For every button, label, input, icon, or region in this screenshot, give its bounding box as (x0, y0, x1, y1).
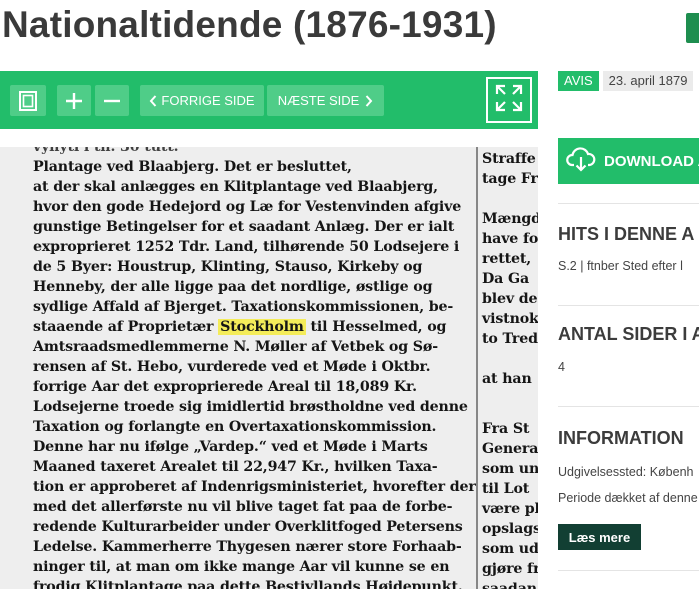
column-line: til Lot (482, 481, 530, 497)
page-view-button[interactable] (10, 85, 46, 116)
read-more-button[interactable]: Læs mere (558, 524, 641, 550)
article-line: rensen af St. Hebo, vurderede ved et Mød… (33, 359, 431, 375)
type-badge[interactable]: AVIS (558, 71, 599, 91)
article-line: vyhyti i tn. 30 tutt. (33, 147, 179, 155)
header-action-button[interactable] (686, 13, 699, 43)
newspaper-scan: vyhyti i tn. 30 tutt. Plantage ved Blaab… (0, 147, 538, 589)
article-line: forrige Aar det exproprierede Areal til … (33, 379, 417, 395)
column-line: Generat (482, 441, 538, 457)
article-line-start: staaende af Proprietær (33, 319, 219, 335)
column-line: to Tred (482, 331, 538, 347)
column-line: Da Ga (482, 271, 529, 287)
previous-page-button[interactable]: FORRIGE SIDE (140, 85, 264, 116)
next-page-button[interactable]: NÆSTE SIDE (267, 85, 384, 116)
viewer-toolbar: FORRIGE SIDE NÆSTE SIDE (0, 71, 538, 129)
article-line: Ledelse. Kammerherre Thygesen nærer stor… (33, 539, 462, 555)
zoom-in-button[interactable] (57, 85, 91, 116)
period-covered: Periode dækket af denne (558, 491, 698, 505)
column-line: som un (482, 461, 538, 477)
pages-heading: ANTAL SIDER I A (558, 324, 699, 344)
article-line: de 5 Byer: Houstrup, Klinting, Stauso, K… (33, 259, 423, 275)
column-line: vistnok (482, 311, 538, 327)
chevron-left-icon (149, 94, 157, 107)
column-line: have fo (482, 231, 538, 247)
article-line: redende Kulturarbeider under Overklitfog… (33, 519, 463, 535)
page-icon (19, 90, 37, 111)
article-line: exproprieret 1252 Tdr. Land, tilhørende … (33, 239, 460, 255)
article-line: gunstige Betingelser for et saadant Anlæ… (33, 219, 455, 235)
column-line: opslags (482, 521, 538, 537)
column-line: gjøre fr (482, 561, 538, 577)
column-line: saadan (482, 581, 537, 589)
meta-badges: AVIS 23. april 1879 (558, 71, 694, 91)
expand-icon (495, 84, 523, 117)
adjacent-column: Straffe tage Fr Mængd have fo rettet, Da… (482, 147, 538, 589)
column-line: rettet, (482, 251, 532, 267)
article-line: Plantage ved Blaabjerg. Det er besluttet… (33, 159, 352, 175)
column-line: Mængd (482, 211, 538, 227)
column-line: at han (482, 371, 532, 387)
zoom-out-button[interactable] (95, 85, 129, 116)
next-page-label: NÆSTE SIDE (277, 93, 360, 108)
article-line: ninger til, at man om ikke mange Aar vil… (33, 559, 450, 575)
download-button[interactable]: DOWNLOAD A (558, 138, 699, 184)
article-line: tion er approberet af Indenrigsministeri… (33, 479, 476, 495)
column-line: blev de (482, 291, 538, 307)
information-heading: INFORMATION (558, 428, 684, 448)
column-divider (476, 147, 478, 589)
article-line: at der skal anlægges en Klitplantage ved… (33, 179, 438, 195)
previous-page-label: FORRIGE SIDE (161, 93, 255, 108)
article-line: Henneby, der alle ligge paa det nordlige… (33, 279, 454, 315)
article-line: Maaned taxeret Arealet til 22,947 Kr., h… (33, 459, 438, 475)
article-line: Denne har nu ifølge „Vardep.“ ved et Mød… (33, 439, 428, 455)
minus-icon (103, 92, 121, 110)
publication-place: Udgivelsessted: Københ (558, 465, 694, 479)
divider (558, 406, 699, 407)
search-hit-highlight[interactable]: Stockholm (218, 319, 306, 335)
page-count: 4 (558, 360, 565, 374)
hit-snippet-link[interactable]: S.2 | ftnber Sted efter l (558, 259, 683, 273)
download-label: DOWNLOAD A (604, 152, 699, 170)
divider (558, 203, 699, 204)
column-line: Straffe (482, 151, 536, 167)
divider (558, 570, 699, 571)
column-line: være pl (482, 501, 538, 517)
page-viewer[interactable]: vyhyti i tn. 30 tutt. Plantage ved Blaab… (0, 147, 538, 589)
article-line: Amtsraadsmedlemmerne N. Møller af Vetbek… (33, 339, 438, 355)
cloud-download-icon (566, 146, 596, 176)
column-line: tage Fr (482, 171, 538, 187)
article-line: frodig Klitplantage paa dette Bestjyllan… (33, 579, 463, 589)
article-line: staaende af Proprietær Stockholm til Hes… (33, 317, 446, 337)
chevron-right-icon (365, 94, 373, 107)
column-line: Fra St (482, 421, 530, 437)
plus-icon (65, 92, 83, 110)
column-line: som ud (482, 541, 538, 557)
date-badge: 23. april 1879 (602, 71, 694, 91)
article-line: Taxation og forlangte en Overtaxationsko… (33, 419, 437, 435)
hits-heading: HITS I DENNE A (558, 224, 695, 244)
article-line: med det allerførste nu vil blive taget f… (33, 499, 453, 515)
fullscreen-button[interactable] (486, 77, 532, 123)
divider (558, 305, 699, 306)
article-line-end: til Hesselmed, og (305, 319, 447, 335)
article-column: vyhyti i tn. 30 tutt. Plantage ved Blaab… (33, 147, 476, 589)
article-line: Lodsejerne troede sig imidlertid brøstho… (33, 399, 468, 415)
page-title: Nationaltidende (1876-1931) (2, 4, 497, 45)
article-line: hvor den gode Hedejord og Læ for Vestenv… (33, 199, 462, 215)
